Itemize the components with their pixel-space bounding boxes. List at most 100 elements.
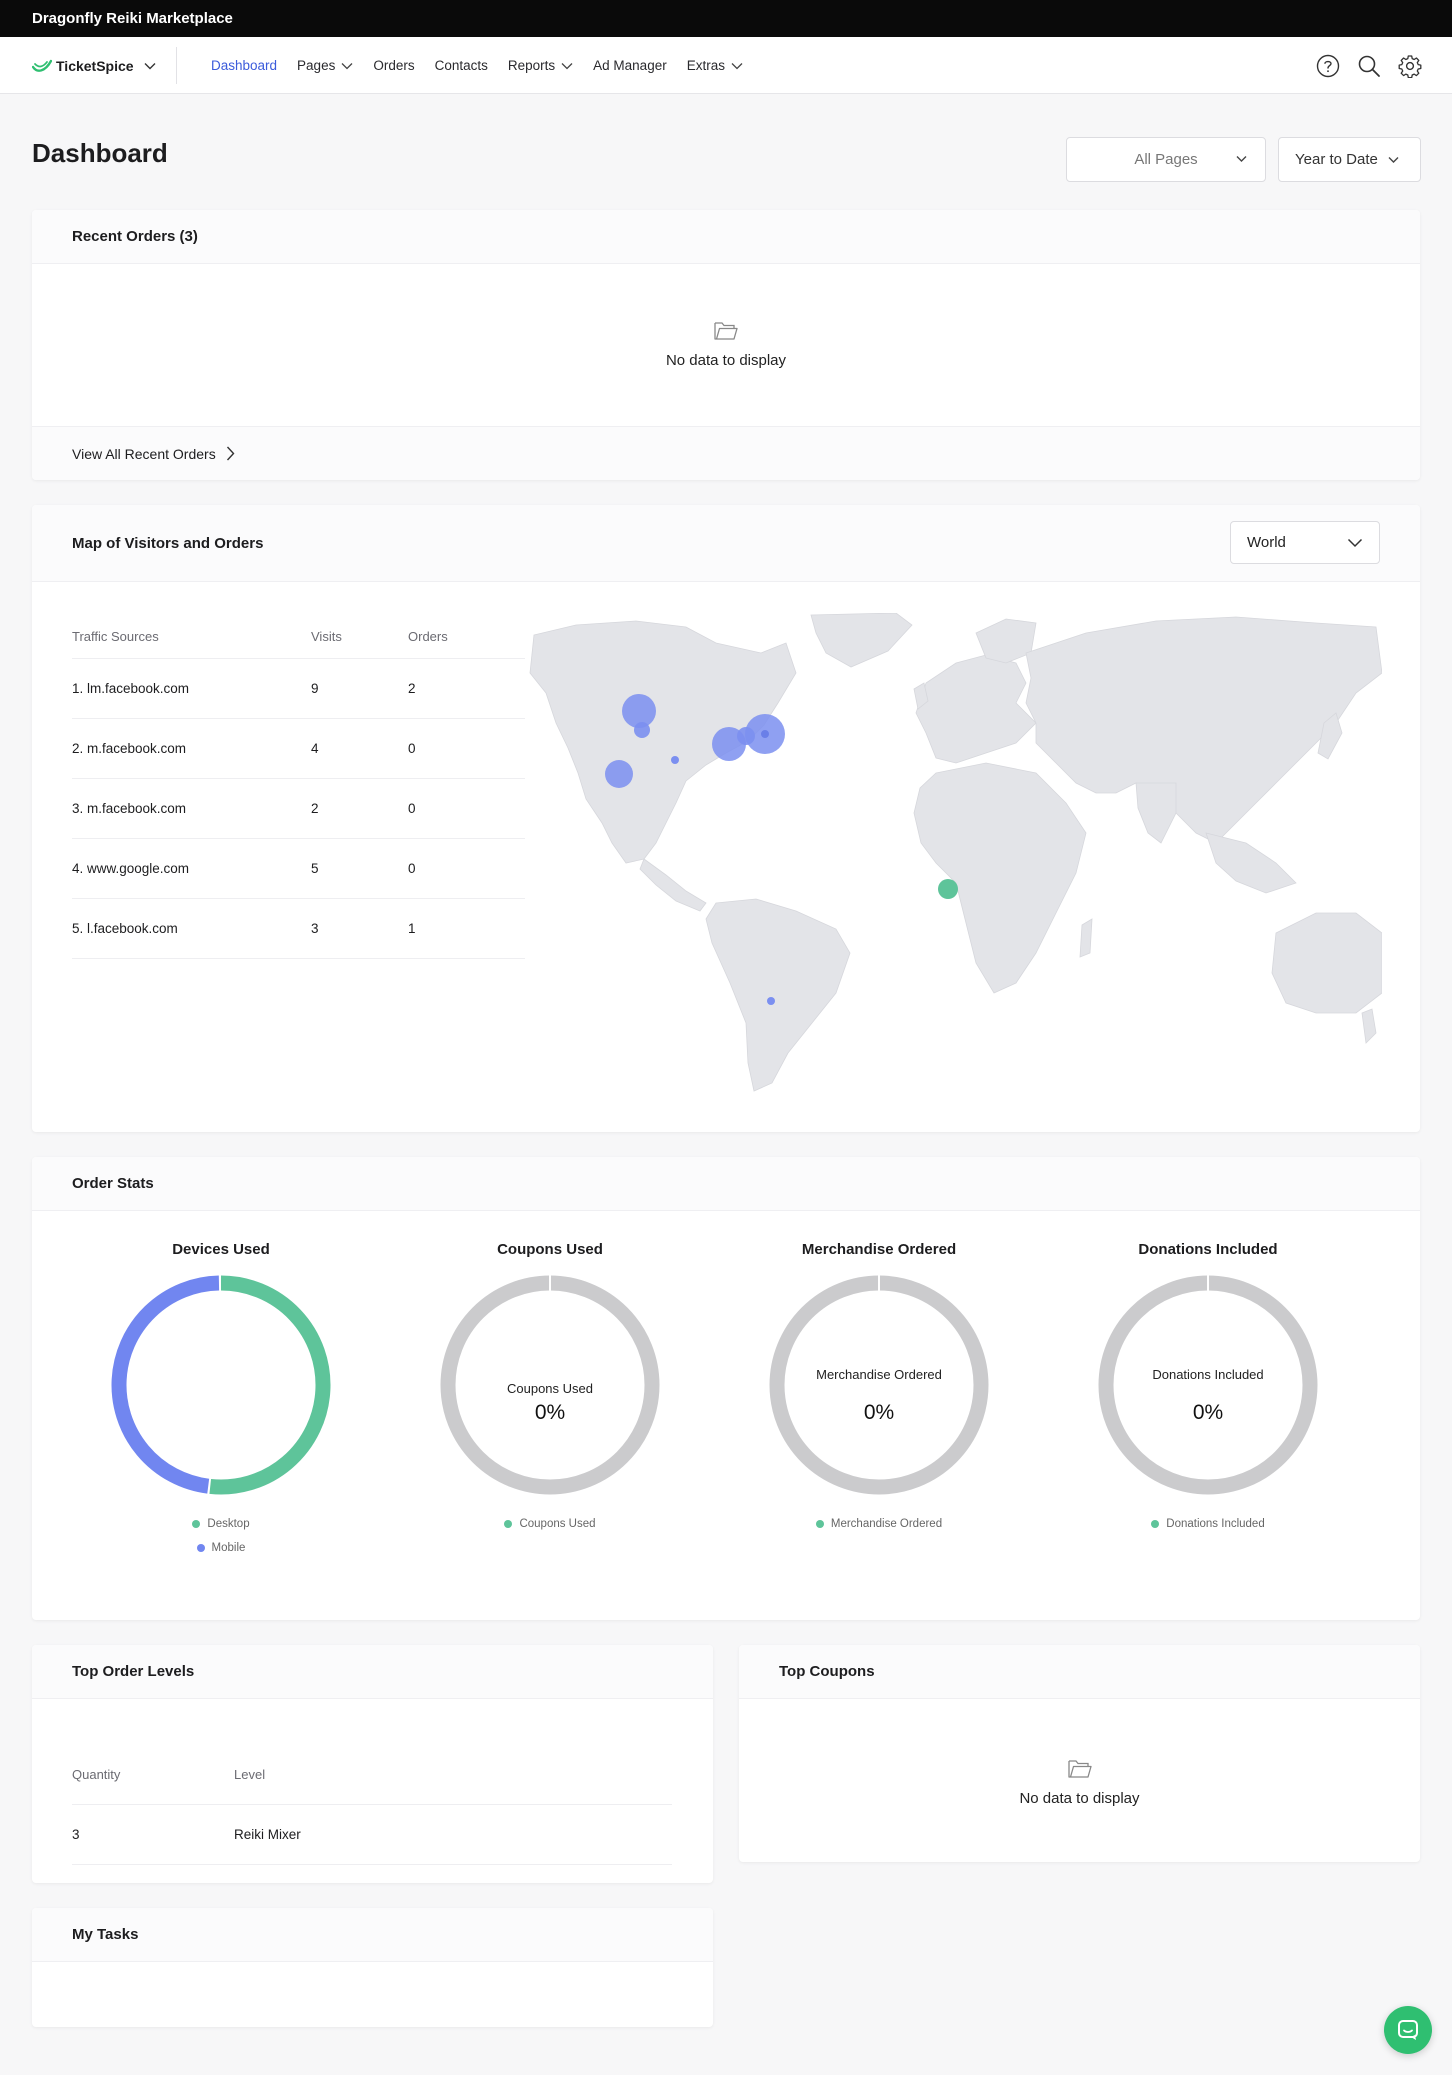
traffic-source: 4. www.google.com (72, 861, 190, 876)
page-title: Dashboard (32, 138, 168, 168)
nav-icon-group (1316, 37, 1422, 94)
greenland-shape (810, 613, 913, 668)
column-header: Orders (408, 629, 448, 644)
table-header-row: Quantity Level (72, 1745, 672, 1805)
orders-value: 0 (408, 861, 416, 876)
order-marker[interactable] (938, 879, 958, 899)
date-range-dropdown[interactable]: Year to Date (1278, 137, 1421, 182)
legend-label: Desktop (207, 1518, 250, 1530)
chevron-down-icon (1236, 156, 1247, 162)
empty-text: No data to display (1019, 1790, 1140, 1807)
southeast-asia-shape (1205, 832, 1297, 894)
nav-item-label: Ad Manager (593, 58, 667, 73)
traffic-sources-table: Traffic Sources Visits Orders 1. lm.face… (72, 615, 525, 959)
legend-label: Mobile (211, 1542, 246, 1554)
nav-item-label: Orders (373, 58, 415, 73)
account-name: Dragonfly Reiki Marketplace (32, 10, 233, 27)
nav-item-pages[interactable]: Pages (297, 58, 353, 73)
legend-item[interactable]: Merchandise Ordered (729, 1512, 1029, 1536)
column-header: Level (234, 1767, 266, 1782)
legend-item[interactable]: Donations Included (1058, 1512, 1358, 1536)
recent-orders-empty-state: No data to display (32, 320, 1420, 369)
account-bar: Dragonfly Reiki Marketplace (0, 0, 1452, 37)
legend-label: Donations Included (1166, 1518, 1265, 1530)
column-header: Visits (311, 629, 342, 644)
legend-item[interactable]: Coupons Used (400, 1512, 700, 1536)
visitor-marker[interactable] (634, 722, 650, 738)
nav-item-dashboard[interactable]: Dashboard (211, 58, 277, 73)
traffic-source: 2. m.facebook.com (72, 741, 187, 756)
pages-filter-dropdown[interactable]: All Pages (1066, 137, 1266, 182)
legend-swatch (815, 1520, 824, 1528)
madagascar-shape (1079, 918, 1093, 958)
new-zealand-shape (1361, 1008, 1377, 1044)
ticketspice-logo-icon (32, 59, 52, 72)
legend-item[interactable]: Mobile (71, 1536, 371, 1560)
traffic-source: 3. m.facebook.com (72, 801, 187, 816)
brand-switcher[interactable]: TicketSpice (32, 37, 156, 94)
donut-segment-mobile[interactable] (111, 1275, 220, 1494)
central-america-shape (639, 858, 707, 912)
nav-divider (176, 47, 177, 84)
table-row: 1. lm.facebook.com 9 2 (72, 659, 525, 719)
settings-icon[interactable] (1398, 54, 1422, 78)
orders-value: 1 (408, 921, 416, 936)
pages-filter-value: All Pages (1134, 151, 1198, 168)
visitor-marker[interactable] (671, 756, 679, 764)
chevron-down-icon (561, 62, 573, 69)
region-dropdown[interactable]: World (1230, 521, 1380, 564)
donut-empty-track (769, 1275, 989, 1495)
chevron-right-icon (226, 446, 235, 461)
donut-chart-merchandise-ordered: Merchandise Ordered Merchandise Ordered 0%… (729, 1241, 1029, 1536)
visits-value: 9 (311, 681, 319, 696)
donut-chart-donations-included: Donations Included Donations Included 0% Do… (1058, 1241, 1358, 1536)
nav-item-contacts[interactable]: Contacts (435, 58, 488, 73)
legend-swatch (196, 1544, 205, 1552)
chart-title: Donations Included (1138, 1241, 1278, 1258)
nav-item-reports[interactable]: Reports (508, 58, 573, 73)
world-map[interactable] (516, 613, 1382, 1093)
legend-swatch (504, 1520, 513, 1528)
india-shape (1135, 782, 1177, 844)
donut-ring[interactable] (108, 1272, 334, 1498)
nav-menu: Dashboard Pages Orders Contacts Reports Ad Ma… (211, 37, 763, 94)
order-markers (938, 879, 958, 899)
help-icon[interactable] (1316, 54, 1340, 78)
my-tasks-title: My Tasks (32, 1908, 713, 1962)
donut-segment-desktop[interactable] (209, 1275, 331, 1495)
nav-item-extras[interactable]: Extras (687, 58, 743, 73)
search-icon[interactable] (1357, 54, 1381, 78)
donut-chart-devices-used: Devices Used Desktop Mobile (71, 1241, 371, 1560)
brand-name: TicketSpice (56, 57, 134, 74)
donut-ring[interactable] (1095, 1272, 1321, 1498)
folder-icon (1067, 1760, 1092, 1778)
visitor-marker[interactable] (761, 730, 769, 738)
chart-legend: Merchandise Ordered (729, 1512, 1029, 1536)
level-name: Reiki Mixer (234, 1827, 301, 1842)
continents (529, 613, 1382, 1092)
nav-item-label: Extras (686, 58, 725, 73)
donut-ring[interactable] (766, 1272, 992, 1498)
donut-chart-coupons-used: Coupons Used Coupons Used 0% Coupons Used (400, 1241, 700, 1536)
my-tasks-card: My Tasks (32, 1908, 713, 2027)
chart-legend: Desktop Mobile (71, 1512, 371, 1560)
view-all-recent-orders-link[interactable]: View All Recent Orders (32, 426, 1420, 480)
chart-title: Merchandise Ordered (801, 1241, 957, 1258)
chat-icon (1398, 2020, 1418, 2040)
nav-item-orders[interactable]: Orders (373, 58, 414, 73)
visitor-marker[interactable] (767, 997, 775, 1005)
legend-label: Coupons Used (519, 1518, 596, 1530)
nav-item-ad-manager[interactable]: Ad Manager (593, 58, 667, 73)
donut-center-value: 0% (534, 1401, 566, 1424)
chart-title: Devices Used (172, 1241, 270, 1258)
chat-launcher-button[interactable] (1384, 2006, 1432, 2054)
nav-item-label: Dashboard (211, 58, 278, 73)
orders-value: 0 (408, 741, 416, 756)
visits-value: 4 (311, 741, 319, 756)
donut-center-label: Donations Included (1152, 1367, 1264, 1382)
legend-item[interactable]: Desktop (71, 1512, 371, 1536)
visits-value: 5 (311, 861, 319, 876)
visitor-marker[interactable] (605, 760, 633, 788)
view-all-label: View All Recent Orders (72, 445, 216, 462)
main-nav: TicketSpice Dashboard Pages Orders Contacts… (0, 37, 1452, 94)
